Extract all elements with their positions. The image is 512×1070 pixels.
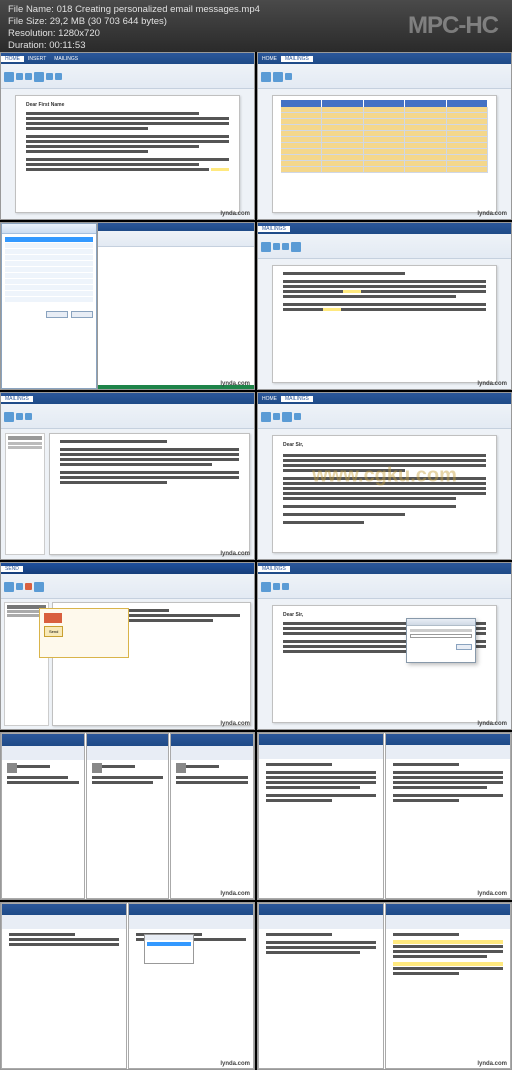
dialog-header <box>2 224 96 234</box>
thumbnail-4[interactable]: MAILINGS lynda.com <box>257 222 512 390</box>
thumbnail-5[interactable]: MAILINGS lynda.com <box>0 392 255 560</box>
lynda-brand: lynda.com <box>220 1061 250 1067</box>
player-header: File Name: 018 Creating personalized ema… <box>0 0 512 52</box>
file-info: File Name: 018 Creating personalized ema… <box>8 4 260 52</box>
ok-button[interactable] <box>46 311 68 318</box>
thumbnail-7[interactable]: SEND Send lynda.com <box>0 562 255 730</box>
lynda-brand: lynda.com <box>220 721 250 727</box>
lynda-brand: lynda.com <box>220 211 250 217</box>
thumbnail-1[interactable]: HOMEINSERTMAILINGS Dear First Name lynda… <box>0 52 255 220</box>
thumbnail-6[interactable]: HOMEMAILINGS Dear Sir, www.cgku.com <box>257 392 512 560</box>
duration-label: Duration: <box>8 40 47 51</box>
thumbnail-3[interactable]: lynda.com <box>0 222 255 390</box>
thumbnail-8[interactable]: MAILINGS Dear Sir, lynda.com <box>257 562 512 730</box>
lynda-brand: lynda.com <box>220 891 250 897</box>
send-button[interactable]: Send <box>44 626 63 637</box>
file-size-label: File Size: <box>8 16 47 27</box>
file-name-label: File Name: <box>8 4 54 15</box>
send-merge-dialog: Send <box>39 608 129 658</box>
resolution-label: Resolution: <box>8 28 56 39</box>
word-ribbon: HOMEINSERTMAILINGS <box>1 53 254 89</box>
thumbnail-9[interactable]: lynda.com <box>0 732 255 900</box>
avatar-icon <box>7 763 17 773</box>
lynda-brand: lynda.com <box>477 721 507 727</box>
thumbnail-12[interactable]: lynda.com <box>257 902 512 1070</box>
lynda-brand: lynda.com <box>477 211 507 217</box>
file-name: 018 Creating personalized email messages… <box>57 4 260 15</box>
lynda-brand: lynda.com <box>477 381 507 387</box>
cancel-button[interactable] <box>71 311 93 318</box>
thumbnail-10[interactable]: lynda.com <box>257 732 512 900</box>
thumbnail-11[interactable]: lynda.com <box>0 902 255 1070</box>
ok-button[interactable] <box>456 644 472 650</box>
duration: 00:11:53 <box>49 40 85 51</box>
thumbnail-grid: HOMEINSERTMAILINGS Dear First Name lynda… <box>0 52 512 1070</box>
merge-dialog <box>406 618 476 663</box>
file-size: 29,2 MB (30 703 644 bytes) <box>50 16 167 27</box>
lynda-brand: lynda.com <box>477 891 507 897</box>
salutation: Dear First Name <box>26 102 229 109</box>
mail-icon <box>44 613 62 623</box>
lynda-brand: lynda.com <box>220 381 250 387</box>
lynda-brand: lynda.com <box>477 1061 507 1067</box>
salutation: Dear Sir, <box>283 442 486 449</box>
player-logo: MPC-HC <box>408 12 504 40</box>
lynda-brand: lynda.com <box>220 551 250 557</box>
thumbnail-2[interactable]: HOMEMAILINGS lynda.com <box>257 52 512 220</box>
merge-field-highlight <box>211 168 229 171</box>
resolution: 1280x720 <box>58 28 100 39</box>
